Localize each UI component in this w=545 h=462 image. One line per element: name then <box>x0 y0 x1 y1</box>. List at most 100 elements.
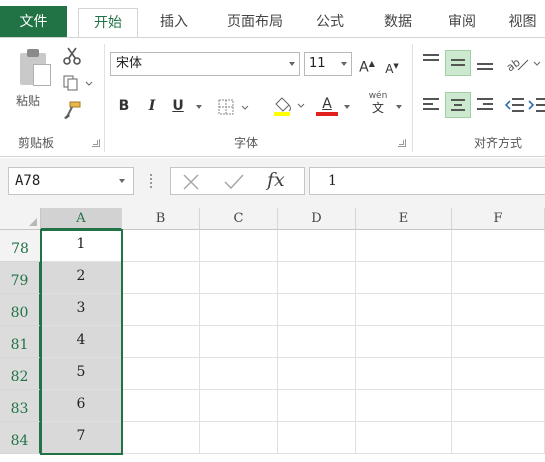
align-left-button[interactable] <box>418 92 444 118</box>
name-box[interactable]: A78 <box>8 167 134 195</box>
cell-a[interactable]: 4 <box>41 326 122 358</box>
cell-c[interactable] <box>200 390 278 422</box>
tab-review[interactable]: 审阅 <box>437 8 487 38</box>
chevron-down-icon[interactable] <box>344 105 350 109</box>
cell-b[interactable] <box>122 358 200 390</box>
cell-e[interactable] <box>356 326 452 358</box>
tab-view[interactable]: 视图 <box>500 8 545 38</box>
cell-c[interactable] <box>200 422 278 454</box>
column-header-e[interactable]: E <box>356 208 452 230</box>
cell-c[interactable] <box>200 262 278 294</box>
row-header[interactable]: 78 <box>0 230 41 262</box>
font-color-button[interactable]: A <box>316 94 338 116</box>
font-name-combobox[interactable]: 宋体 <box>110 52 300 76</box>
cell-a[interactable]: 7 <box>41 422 122 454</box>
formula-bar-grip[interactable] <box>150 174 153 188</box>
column-header-d[interactable]: D <box>278 208 356 230</box>
cell-e[interactable] <box>356 230 452 262</box>
copy-icon[interactable] <box>62 74 94 92</box>
chevron-down-icon[interactable] <box>396 105 402 109</box>
decrease-indent-icon[interactable] <box>504 96 526 114</box>
font-size-combobox[interactable]: 11 <box>304 52 352 76</box>
format-painter-icon[interactable] <box>62 100 82 120</box>
column-header-c[interactable]: C <box>200 208 278 230</box>
cut-icon[interactable] <box>62 46 82 66</box>
cell-f[interactable] <box>452 262 545 294</box>
cell-a[interactable]: 1 <box>41 230 122 262</box>
worksheet-grid[interactable]: A B C D E F 78 1 79 2 80 3 81 4 82 5 83 6 84 7 <box>0 208 545 462</box>
paste-button[interactable]: 粘贴 <box>10 44 60 114</box>
cell-d[interactable] <box>278 390 356 422</box>
cell-f[interactable] <box>452 358 545 390</box>
shrink-font-button[interactable]: A▼ <box>384 56 400 79</box>
cell-c[interactable] <box>200 230 278 262</box>
cell-f[interactable] <box>452 230 545 262</box>
cell-e[interactable] <box>356 358 452 390</box>
clipboard-launcher-icon[interactable] <box>92 139 100 147</box>
cell-e[interactable] <box>356 294 452 326</box>
cell-e[interactable] <box>356 422 452 454</box>
select-all-corner[interactable] <box>0 208 41 230</box>
enter-check-icon[interactable] <box>223 173 245 191</box>
cell-d[interactable] <box>278 358 356 390</box>
column-header-f[interactable]: F <box>452 208 545 230</box>
orientation-icon[interactable]: ab <box>504 52 545 74</box>
row-header[interactable]: 84 <box>0 422 41 454</box>
cell-b[interactable] <box>122 422 200 454</box>
tab-data[interactable]: 数据 <box>370 8 426 38</box>
cell-f[interactable] <box>452 390 545 422</box>
cell-f[interactable] <box>452 294 545 326</box>
tab-insert[interactable]: 插入 <box>146 8 202 38</box>
cell-a[interactable]: 3 <box>41 294 122 326</box>
cell-d[interactable] <box>278 294 356 326</box>
italic-button[interactable]: I <box>142 96 162 116</box>
fill-color-icon[interactable] <box>272 94 306 118</box>
cell-b[interactable] <box>122 326 200 358</box>
cell-c[interactable] <box>200 294 278 326</box>
borders-icon[interactable] <box>218 98 250 116</box>
cell-e[interactable] <box>356 390 452 422</box>
underline-button[interactable]: U <box>168 96 188 116</box>
align-center-button[interactable] <box>445 92 471 118</box>
align-top-button[interactable] <box>418 50 444 76</box>
cell-f[interactable] <box>452 326 545 358</box>
cell-b[interactable] <box>122 294 200 326</box>
grow-font-button[interactable]: A▲ <box>358 54 376 78</box>
increase-indent-icon[interactable] <box>528 96 545 114</box>
cell-a[interactable]: 5 <box>41 358 122 390</box>
align-bottom-button[interactable] <box>472 50 498 76</box>
cell-e[interactable] <box>356 262 452 294</box>
cell-b[interactable] <box>122 230 200 262</box>
phonetic-guide-button[interactable]: wén 文 <box>366 90 390 114</box>
tab-file[interactable]: 文件 <box>0 6 67 38</box>
cell-d[interactable] <box>278 422 356 454</box>
row-header[interactable]: 80 <box>0 294 41 326</box>
cell-a[interactable]: 6 <box>41 390 122 422</box>
align-middle-button[interactable] <box>445 50 471 76</box>
tab-formulas[interactable]: 公式 <box>305 8 355 38</box>
cell-b[interactable] <box>122 390 200 422</box>
row-header[interactable]: 79 <box>0 262 41 294</box>
align-right-button[interactable] <box>472 92 498 118</box>
insert-function-icon[interactable]: fx <box>267 169 285 191</box>
chevron-down-icon[interactable] <box>196 105 202 109</box>
cell-a[interactable]: 2 <box>41 262 122 294</box>
formula-input[interactable]: 1 <box>309 167 545 195</box>
row-header[interactable]: 82 <box>0 358 41 390</box>
column-header-a[interactable]: A <box>41 208 122 230</box>
bold-button[interactable]: B <box>114 96 134 116</box>
column-header-b[interactable]: B <box>122 208 200 230</box>
cell-f[interactable] <box>452 422 545 454</box>
cancel-icon[interactable] <box>181 173 201 191</box>
row-header[interactable]: 81 <box>0 326 41 358</box>
cell-c[interactable] <box>200 326 278 358</box>
tab-page-layout[interactable]: 页面布局 <box>215 8 295 38</box>
cell-c[interactable] <box>200 358 278 390</box>
cell-d[interactable] <box>278 262 356 294</box>
tab-home[interactable]: 开始 <box>78 8 138 39</box>
row-header[interactable]: 83 <box>0 390 41 422</box>
cell-b[interactable] <box>122 262 200 294</box>
cell-d[interactable] <box>278 326 356 358</box>
cell-d[interactable] <box>278 230 356 262</box>
font-launcher-icon[interactable] <box>398 139 406 147</box>
